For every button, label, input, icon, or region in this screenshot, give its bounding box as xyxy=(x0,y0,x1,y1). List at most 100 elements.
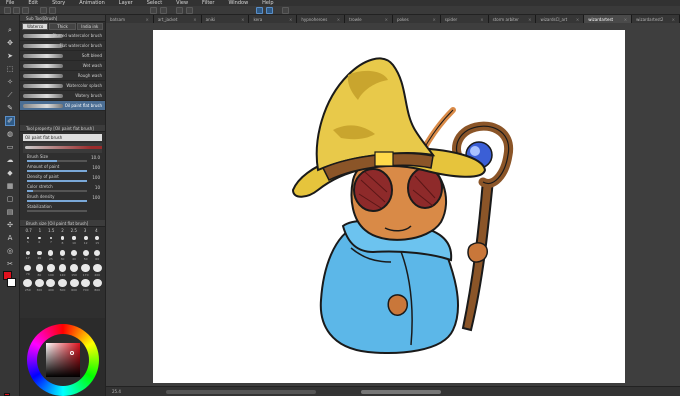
brush-size-preset[interactable]: 120 xyxy=(58,264,68,277)
brush-size-preset[interactable]: 5 xyxy=(23,234,33,247)
brush-item[interactable]: Watercolor splash xyxy=(20,81,105,91)
property-slider[interactable] xyxy=(27,180,87,182)
doc-tab[interactable]: batsam × xyxy=(106,15,154,23)
text-tool-icon[interactable]: A xyxy=(5,233,15,243)
doc-tab[interactable]: art_jacket × xyxy=(153,15,202,23)
brush-size-preset[interactable]: 170 xyxy=(81,264,91,277)
brush-size-preset[interactable]: 60 xyxy=(92,249,102,262)
property-value[interactable]: 100 xyxy=(92,165,100,170)
close-tab-icon[interactable]: × xyxy=(528,17,531,22)
close-tab-icon[interactable]: × xyxy=(576,17,579,22)
property-slider[interactable] xyxy=(27,200,87,202)
horizontal-scrollbar-thumb[interactable] xyxy=(361,390,441,394)
close-tab-icon[interactable]: × xyxy=(337,17,340,22)
property-row[interactable]: Density of paint 100 xyxy=(23,174,102,184)
ruler-tool-icon[interactable]: ✣ xyxy=(5,220,15,230)
brush-size-preset[interactable]: 20 xyxy=(35,249,45,262)
brush-size-preset-small[interactable]: 0.7 xyxy=(23,228,34,233)
drawing-canvas[interactable] xyxy=(153,30,625,383)
operation-tool-icon[interactable]: ➤ xyxy=(5,51,15,61)
property-value[interactable]: 100 xyxy=(92,195,100,200)
brush-size-preset[interactable]: 80 xyxy=(35,264,45,277)
brush-size-preset[interactable]: 500 xyxy=(57,279,68,292)
doc-tab[interactable]: wizardartest2 × xyxy=(632,15,680,23)
blend-tool-icon[interactable]: ☁ xyxy=(5,155,15,165)
zoom-level[interactable]: 25.4 xyxy=(112,389,121,394)
property-value[interactable]: 100 xyxy=(92,175,100,180)
transform-button[interactable] xyxy=(160,7,167,14)
airbrush-tool-icon[interactable]: ◍ xyxy=(5,129,15,139)
brush-item[interactable]: Flat watercolor brush xyxy=(20,41,105,51)
doc-tab[interactable]: aniki × xyxy=(201,15,250,23)
sub-tool-group-tab[interactable]: Waterco xyxy=(22,23,49,30)
color-picker-cursor[interactable] xyxy=(70,351,74,355)
property-value[interactable]: 10 xyxy=(95,185,100,190)
brush-size-preset[interactable]: 7 xyxy=(46,234,56,247)
close-tab-icon[interactable]: × xyxy=(289,17,292,22)
property-row[interactable]: Stabilization xyxy=(23,204,102,214)
brush-size-preset[interactable]: 40 xyxy=(69,249,79,262)
brush-item[interactable]: Oil paint flat brush xyxy=(20,101,105,111)
doc-tab[interactable]: wizardsCI_art × xyxy=(536,15,585,23)
save-button[interactable] xyxy=(22,7,29,14)
brush-item[interactable]: Blurred watercolor brush xyxy=(20,31,105,41)
property-value[interactable]: 10.0 xyxy=(91,155,100,160)
ruler-button[interactable] xyxy=(186,7,193,14)
property-row[interactable]: Color stretch 10 xyxy=(23,184,102,194)
fill-tool-icon[interactable]: ◆ xyxy=(5,168,15,178)
figure-tool-icon[interactable]: ▢ xyxy=(5,194,15,204)
brush-item[interactable]: Rough wash xyxy=(20,71,105,81)
sub-tool-group-tab[interactable]: India ink xyxy=(76,23,103,30)
zoom-tool-icon[interactable]: ⌕ xyxy=(5,25,15,35)
brush-item[interactable]: Watery brush xyxy=(20,91,105,101)
brush-size-preset[interactable]: 150 xyxy=(69,264,79,277)
frame-tool-icon[interactable]: ▤ xyxy=(5,207,15,217)
brush-tool-icon[interactable]: ✐ xyxy=(5,116,15,126)
eraser-tool-icon[interactable]: ▭ xyxy=(5,142,15,152)
horizontal-scrollbar-track[interactable] xyxy=(166,390,316,394)
brush-size-preset-small[interactable]: 2.5 xyxy=(68,228,79,233)
doc-tab[interactable]: trowle × xyxy=(345,15,393,23)
brush-size-preset[interactable]: 12 xyxy=(81,234,91,247)
move-tool-icon[interactable]: ✥ xyxy=(5,38,15,48)
brush-name-field[interactable]: Oil paint flat brush xyxy=(23,134,102,141)
brush-size-preset[interactable]: 8 xyxy=(58,234,68,247)
close-tab-icon[interactable]: × xyxy=(432,17,435,22)
brush-size-preset-small[interactable]: 4 xyxy=(91,228,102,233)
clear-button[interactable] xyxy=(150,7,157,14)
brush-size-preset[interactable]: 15 xyxy=(92,234,102,247)
sub-color-swatch[interactable] xyxy=(7,278,16,287)
undo-button[interactable] xyxy=(40,7,47,14)
balloon-tool-icon[interactable]: ◎ xyxy=(5,246,15,256)
brush-size-preset-small[interactable]: 2 xyxy=(57,228,68,233)
close-tab-icon[interactable]: × xyxy=(385,17,388,22)
selection-tool-icon[interactable]: ⬚ xyxy=(5,64,15,74)
snap-to-ruler-button[interactable] xyxy=(256,7,263,14)
brush-size-preset[interactable]: 6 xyxy=(35,234,45,247)
brush-item[interactable]: Soft bleed xyxy=(20,51,105,61)
brush-size-preset[interactable]: 25 xyxy=(46,249,56,262)
brush-size-preset[interactable]: 10 xyxy=(69,234,79,247)
gradient-tool-icon[interactable]: ▦ xyxy=(5,181,15,191)
property-row[interactable]: Brush density 100 xyxy=(23,194,102,204)
doc-tab[interactable]: storm arbiter × xyxy=(488,15,537,23)
eyedropper-tool-icon[interactable]: ⟋ xyxy=(5,90,15,100)
property-slider[interactable] xyxy=(27,160,87,162)
brush-size-preset-small[interactable]: 1 xyxy=(34,228,45,233)
brush-size-preset[interactable]: 700 xyxy=(81,279,91,292)
brush-size-preset[interactable]: 250 xyxy=(23,279,33,292)
snap-button[interactable] xyxy=(176,7,183,14)
doc-tab[interactable]: pokes × xyxy=(392,15,441,23)
brush-size-preset-small[interactable]: 1.5 xyxy=(46,228,57,233)
redo-button[interactable] xyxy=(49,7,56,14)
brush-size-preset[interactable]: 30 xyxy=(58,249,68,262)
correct-line-tool-icon[interactable]: ✂ xyxy=(5,259,15,269)
brush-size-preset[interactable]: 70 xyxy=(23,264,33,277)
close-tab-icon[interactable]: × xyxy=(672,17,675,22)
snap-to-grid-button[interactable] xyxy=(266,7,273,14)
sub-tool-group-tab[interactable]: Thick xyxy=(49,23,76,30)
property-slider[interactable] xyxy=(27,190,87,192)
property-slider[interactable] xyxy=(27,210,87,212)
brush-size-preset[interactable]: 800 xyxy=(92,279,102,292)
brush-size-preset[interactable]: 200 xyxy=(92,264,102,277)
